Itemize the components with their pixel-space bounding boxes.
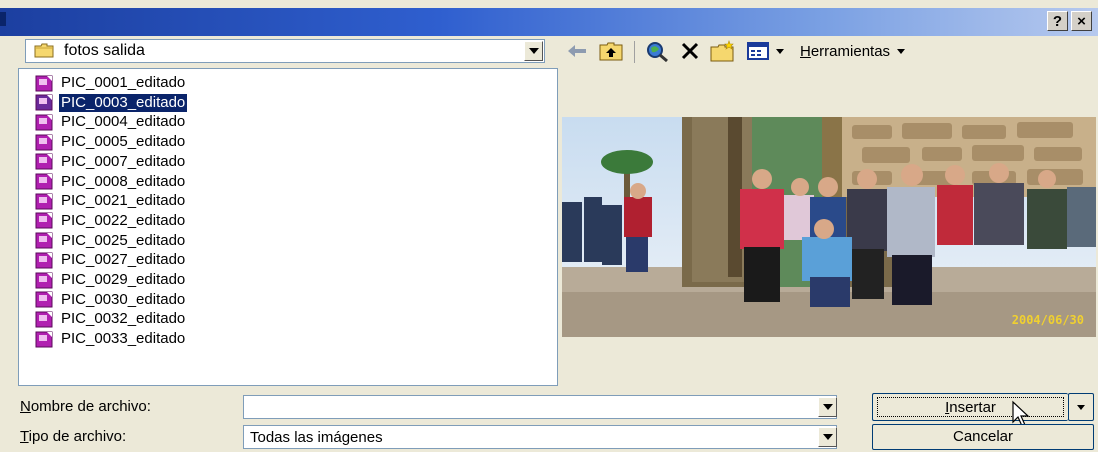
image-file-icon [35,94,53,111]
photo-date-stamp: 2004/06/30 [1011,313,1084,327]
back-arrow-icon [568,45,586,57]
image-file-icon [35,311,53,328]
up-one-level-button[interactable] [596,39,626,63]
file-list-item[interactable]: PIC_0025_editado [35,231,187,251]
tools-menu-button[interactable]: Herramientas [800,39,940,63]
up-folder-icon [599,42,623,61]
group-photo-image [562,117,1096,337]
file-list-item[interactable]: PIC_0008_editado [35,172,187,192]
image-file-icon [35,134,53,151]
file-name: PIC_0007_editado [61,152,186,170]
file-list-item[interactable]: PIC_0033_editado [35,329,187,349]
image-file-icon [35,291,53,308]
file-name: PIC_0022_editado [61,211,186,229]
file-name: PIC_0027_editado [61,251,186,269]
file-list-item[interactable]: PIC_0030_editado [35,290,187,310]
file-name: PIC_0032_editado [61,310,186,328]
delete-button[interactable] [676,39,704,63]
file-list-item[interactable]: PIC_0007_editado [35,152,187,172]
file-list-item[interactable]: PIC_0001_editado [35,73,187,93]
insert-dropdown-icon [1077,405,1085,410]
views-button[interactable] [744,39,788,63]
image-file-icon [35,153,53,170]
image-file-icon [35,331,53,348]
toolbar: Herramientas [562,39,1092,65]
file-list-item[interactable]: PIC_0003_editado [35,93,188,113]
filetype-label: Tipo de archivo: [20,428,127,445]
filetype-value: Todas las imágenes [250,429,383,446]
filename-dropdown-button[interactable] [818,397,837,417]
search-web-icon [647,42,668,62]
image-file-icon [35,193,53,210]
look-in-value: fotos salida [64,42,145,59]
search-web-button[interactable] [642,39,672,63]
file-name: PIC_0030_editado [61,290,186,308]
filetype-select[interactable]: Todas las imágenes [243,425,837,449]
file-name: PIC_0008_editado [61,172,186,190]
file-list-item[interactable]: PIC_0022_editado [35,211,187,231]
preview-pane: 2004/06/30 [562,68,1098,386]
title-bar: ? × [0,8,1098,36]
image-file-icon [35,114,53,131]
file-name: PIC_0005_editado [61,133,186,151]
filename-label: Nombre de archivo: [20,398,151,415]
insert-options-dropdown[interactable] [1068,393,1094,421]
file-name: PIC_0003_editado [59,93,188,112]
folder-icon [34,43,54,58]
views-dropdown-icon [776,49,784,54]
image-file-icon [35,75,53,91]
close-button[interactable]: × [1071,11,1092,31]
file-list-item[interactable]: PIC_0021_editado [35,191,187,211]
file-name: PIC_0029_editado [61,271,186,288]
preview-photo: 2004/06/30 [562,117,1096,337]
new-folder-icon [710,40,734,62]
cancel-button[interactable]: Cancelar [872,424,1094,450]
insert-picture-dialog: ? × fotos salida Herramientas PIC_0001_e… [0,0,1098,452]
look-in-combobox[interactable]: fotos salida [25,39,545,63]
file-list-item[interactable]: PIC_0029_editado [35,270,187,290]
file-list-item[interactable]: PIC_0027_editado [35,250,187,270]
file-name: PIC_0033_editado [61,330,186,348]
image-file-icon [35,232,53,249]
tools-label: Herramientas [800,42,891,60]
file-name: PIC_0025_editado [61,231,186,249]
file-list-item[interactable]: PIC_0032_editado [35,309,187,329]
back-button[interactable] [562,39,592,63]
image-file-icon [35,272,53,288]
delete-x-icon [681,42,699,60]
title-bar-edge [0,12,6,26]
look-in-dropdown-button[interactable] [524,41,543,61]
file-list-item[interactable]: PIC_0004_editado [35,112,187,132]
image-file-icon [35,173,53,190]
views-icon [747,42,769,60]
file-name: PIC_0021_editado [61,192,186,210]
toolbar-separator [634,41,635,63]
image-file-icon [35,252,53,269]
file-name: PIC_0001_editado [61,74,186,91]
image-file-icon [35,212,53,229]
file-name: PIC_0004_editado [61,113,186,131]
tools-dropdown-icon [897,49,906,54]
insert-button[interactable]: Insertar [872,393,1068,427]
file-list[interactable]: PIC_0001_editado PIC_0003_editado PIC_0004… [18,68,558,386]
new-folder-button[interactable] [708,39,738,63]
filename-input[interactable] [243,395,837,419]
filetype-dropdown-button[interactable] [818,427,837,447]
file-list-item[interactable]: PIC_0005_editado [35,132,187,152]
help-button[interactable]: ? [1047,11,1068,31]
